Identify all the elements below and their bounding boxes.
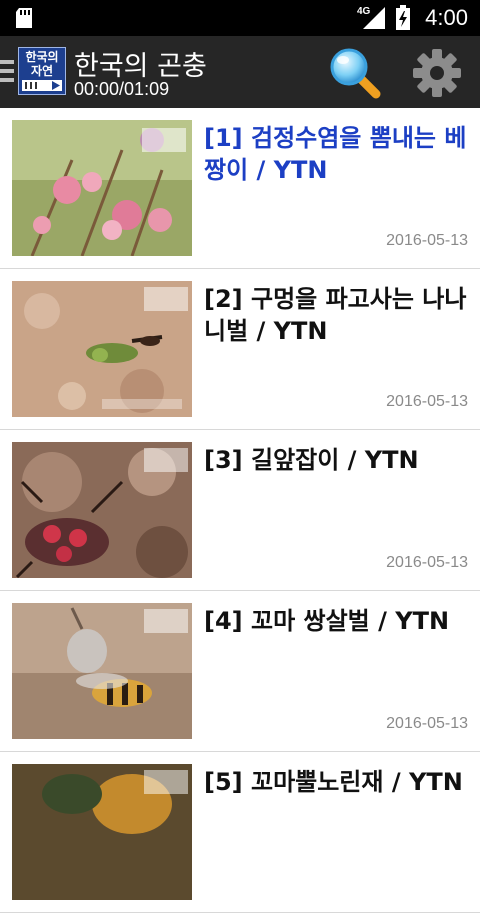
video-title: [5] 꼬마뿔노린재 / YTN: [204, 768, 463, 796]
video-thumbnail[interactable]: [12, 764, 192, 900]
drawer-menu-icon[interactable]: [0, 56, 14, 86]
list-item[interactable]: [1] 검정수염을 뽐내는 베짱이 / YTN 2016-05-13: [0, 108, 480, 269]
video-thumbnail[interactable]: [12, 603, 192, 739]
clock: 4:00: [425, 5, 468, 30]
network-type: 4G: [357, 6, 371, 17]
list-item[interactable]: [2] 구멍을 파고사는 나나니벌 / YTN 2016-05-13: [0, 269, 480, 430]
status-bar: 4G 4:00: [0, 0, 480, 36]
video-title: [4] 꼬마 쌍살벌 / YTN: [204, 607, 450, 635]
video-title: [1] 검정수염을 뽐내는 베짱이 / YTN: [204, 124, 467, 184]
video-date: 2016-05-13: [386, 232, 468, 249]
video-thumbnail[interactable]: [12, 281, 192, 417]
action-bar: 한국의 자연 한국의 곤충 00:00/01:09: [0, 36, 480, 108]
playback-time: 00:00/01:09: [74, 79, 170, 99]
video-title: [2] 구멍을 파고사는 나나니벌 / YTN: [204, 285, 467, 345]
gear-icon[interactable]: [412, 48, 462, 98]
battery-icon: [396, 5, 411, 30]
video-thumbnail[interactable]: [12, 442, 192, 578]
list-item[interactable]: [3] 길앞잡이 / YTN 2016-05-13: [0, 430, 480, 591]
play-icon: [22, 80, 62, 91]
video-date: 2016-05-13: [386, 715, 468, 732]
video-title: [3] 길앞잡이 / YTN: [204, 446, 419, 474]
video-date: 2016-05-13: [386, 393, 468, 410]
video-list: [1] 검정수염을 뽐내는 베짱이 / YTN 2016-05-13 [2] 구…: [0, 108, 480, 913]
video-thumbnail[interactable]: [12, 120, 192, 256]
search-icon[interactable]: [328, 46, 382, 100]
sd-card-icon: [16, 8, 32, 28]
logo-line1: 한국의: [25, 50, 59, 64]
app-logo[interactable]: 한국의 자연: [18, 47, 66, 95]
list-item[interactable]: [4] 꼬마 쌍살벌 / YTN 2016-05-13: [0, 591, 480, 752]
list-item[interactable]: [5] 꼬마뿔노린재 / YTN: [0, 752, 480, 913]
signal-icon: 4G: [357, 6, 386, 29]
video-date: 2016-05-13: [386, 554, 468, 571]
app-title: 한국의 곤충: [74, 51, 207, 82]
logo-line2: 자연: [30, 64, 54, 78]
